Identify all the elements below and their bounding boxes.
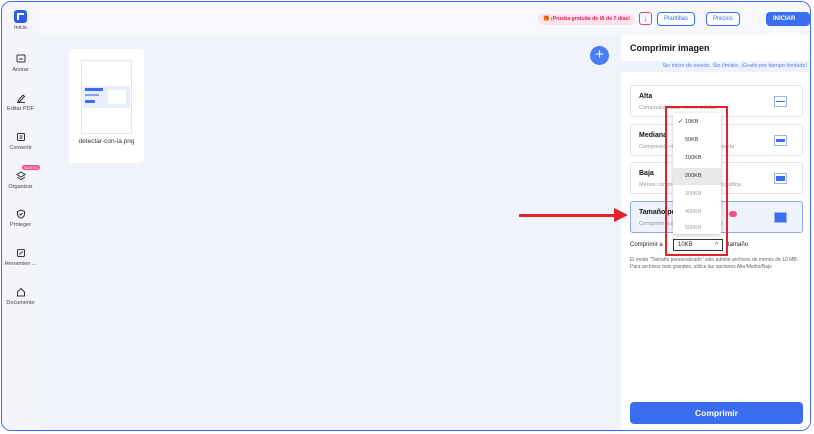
sidebar-item-label: Anotar	[12, 67, 29, 73]
edit-icon	[16, 94, 25, 103]
sidebar-item-convertir[interactable]: Convertir	[2, 132, 39, 151]
sidebar-item-anotar[interactable]: Anotar	[2, 54, 39, 73]
sidebar-item-label: Editar PDF	[7, 106, 34, 112]
compress-high-icon	[774, 96, 787, 107]
option-title: Alta	[639, 93, 653, 100]
sidebar-item-label: Herramien ...	[4, 261, 37, 267]
sidebar-item-herramientas[interactable]: Herramien ...	[2, 248, 39, 267]
layers-icon	[15, 171, 26, 181]
tools-icon	[16, 249, 25, 257]
pointer-arrow-icon	[614, 208, 628, 222]
file-card[interactable]: detectar-con-ia.png	[69, 49, 144, 163]
app-window: Inicio Anotar Editar PDF Convertir NUEVO…	[1, 1, 811, 431]
sidebar-item-organizar[interactable]: NUEVO Organizar	[2, 165, 41, 190]
sidebar-item-editar-pdf[interactable]: Editar PDF	[2, 93, 39, 112]
sidebar-item-documento[interactable]: Documento	[2, 287, 39, 306]
sidebar-item-label: Documento	[6, 300, 35, 306]
new-badge: NUEVO	[22, 165, 41, 170]
download-icon[interactable]: ↓	[639, 12, 652, 25]
ai-tag-icon	[729, 211, 737, 217]
add-file-button[interactable]: +	[590, 46, 609, 65]
file-thumbnail	[81, 60, 132, 134]
prices-button[interactable]: Precios	[706, 12, 741, 26]
sidebar-item-label: Proteger	[9, 222, 32, 228]
top-bar: 🎁 ¡Prueba gratuita de IA de 7 días! ↓ Pl…	[39, 2, 810, 36]
size-row-suffix: tamaño	[728, 242, 749, 248]
compress-low-icon	[774, 173, 787, 184]
login-button[interactable]: INICIAR SESIÓN	[766, 12, 810, 36]
sidebar-item-label: Convertir	[9, 145, 32, 151]
sidebar-item-inicio[interactable]: Inicio	[2, 10, 39, 31]
size-note: El modo "Tamaño personalizado" sólo admi…	[630, 257, 799, 270]
sidebar-item-label: Inicio	[14, 25, 27, 31]
file-name: detectar-con-ia.png	[78, 138, 135, 145]
annotate-icon	[16, 54, 25, 63]
thumbnail-preview	[83, 86, 130, 108]
sidebar-item-label: Organizar	[8, 184, 33, 190]
custom-size-icon	[774, 212, 787, 223]
option-title: Mediana	[639, 132, 668, 139]
home-logo-icon	[14, 10, 27, 23]
ai-trial-banner[interactable]: 🎁 ¡Prueba gratuita de IA de 7 días!	[538, 14, 635, 25]
highlight-box	[665, 106, 728, 256]
pointer-arrow-line	[519, 214, 619, 217]
sidebar: Inicio Anotar Editar PDF Convertir NUEVO…	[2, 2, 41, 430]
document-home-icon	[16, 287, 25, 297]
option-title: Baja	[639, 170, 654, 177]
convert-icon	[16, 133, 25, 141]
templates-button[interactable]: Plantillas	[657, 12, 696, 26]
ai-trial-text: ¡Prueba gratuita de IA de 7 días!	[550, 16, 630, 22]
panel-subtitle: Sin inicio de sesión. Sin límites. ¡Grat…	[621, 61, 810, 72]
compress-button[interactable]: Comprimir	[630, 402, 803, 424]
panel-title: Comprimir imagen	[630, 43, 710, 53]
compress-medium-icon	[774, 135, 787, 146]
size-row-prefix: Comprimir a	[630, 242, 663, 248]
shield-icon	[16, 209, 25, 219]
sidebar-item-proteger[interactable]: Proteger	[2, 209, 39, 228]
